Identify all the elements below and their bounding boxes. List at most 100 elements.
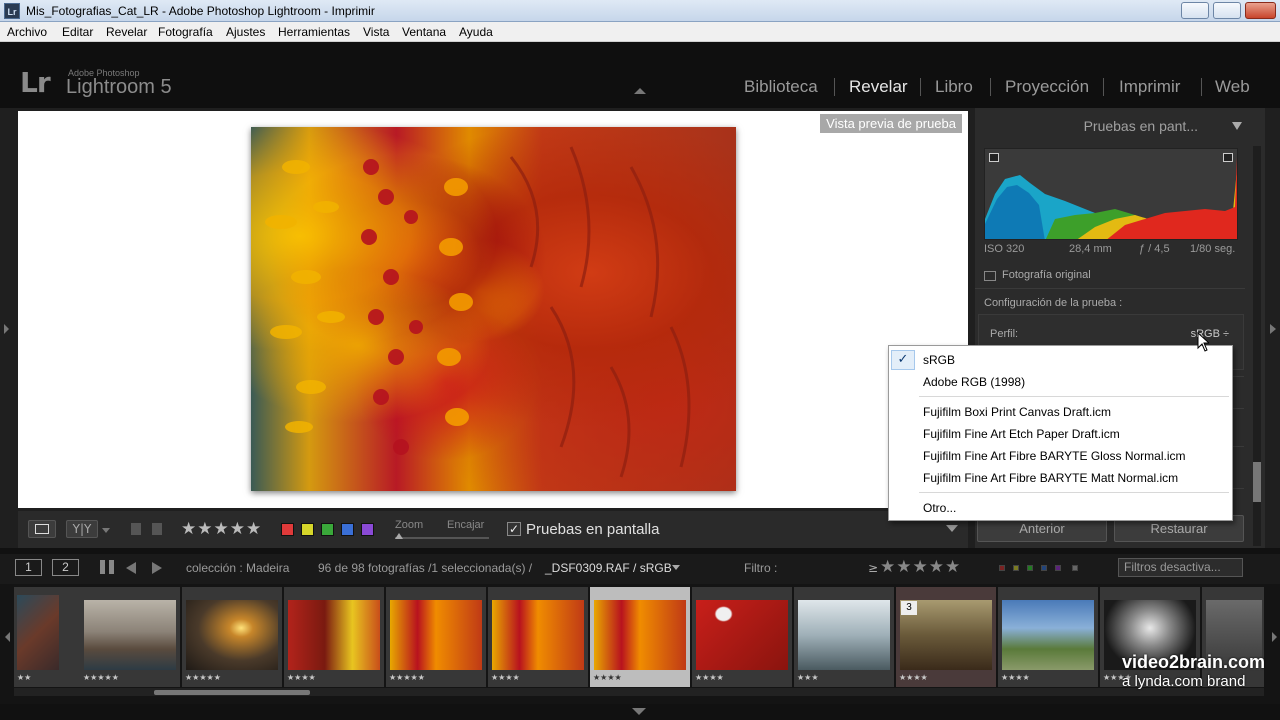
filmstrip-thumbnail[interactable]: ★★★★★ bbox=[386, 587, 486, 687]
menu-ayuda[interactable]: Ayuda bbox=[459, 25, 493, 39]
proofing-panel-header[interactable]: Pruebas en pant... bbox=[975, 108, 1245, 142]
filmstrip-thumbnail[interactable]: 3 ★★★★ bbox=[896, 587, 996, 687]
menu-fotografia[interactable]: Fotografía bbox=[158, 25, 213, 39]
main-window-button[interactable]: 1 bbox=[15, 559, 42, 576]
filter-rating-stars[interactable]: ★★★★★ bbox=[880, 557, 961, 577]
forward-arrow-icon[interactable] bbox=[152, 562, 162, 574]
highlight-clipping-icon[interactable] bbox=[1223, 153, 1233, 162]
shadow-clipping-icon[interactable] bbox=[989, 153, 999, 162]
flag-pick-icon[interactable] bbox=[131, 523, 141, 535]
thumbnail-rating: ★★★ bbox=[797, 673, 819, 682]
collapse-bottom-panel-icon[interactable] bbox=[632, 708, 646, 715]
menu-item-adobe-rgb[interactable]: Adobe RGB (1998) bbox=[889, 370, 1232, 392]
histogram[interactable] bbox=[984, 148, 1238, 240]
grid-view-icon[interactable] bbox=[100, 560, 114, 574]
thumbnail-image bbox=[84, 600, 176, 670]
menu-vista[interactable]: Vista bbox=[363, 25, 389, 39]
module-web[interactable]: Web bbox=[1215, 77, 1250, 97]
filter-color-blue[interactable] bbox=[1041, 565, 1047, 571]
color-label-yellow[interactable] bbox=[301, 523, 314, 536]
collapse-right-panel-icon[interactable] bbox=[1270, 324, 1276, 334]
color-label-green[interactable] bbox=[321, 523, 334, 536]
module-separator bbox=[1201, 78, 1202, 96]
menu-item-other[interactable]: Otro... bbox=[889, 496, 1232, 518]
filmstrip-left-arrow-icon[interactable] bbox=[5, 632, 10, 642]
menu-ventana[interactable]: Ventana bbox=[402, 25, 446, 39]
module-biblioteca[interactable]: Biblioteca bbox=[744, 77, 818, 97]
menu-item-fujifilm-gloss[interactable]: Fujifilm Fine Art Fibre BARYTE Gloss Nor… bbox=[889, 444, 1232, 466]
menu-revelar[interactable]: Revelar bbox=[106, 25, 147, 39]
zoom-slider-thumb[interactable] bbox=[395, 533, 403, 539]
menu-item-fujifilm-matt[interactable]: Fujifilm Fine Art Fibre BARYTE Matt Norm… bbox=[889, 466, 1232, 488]
filter-color-purple[interactable] bbox=[1055, 565, 1061, 571]
main-photo[interactable] bbox=[251, 127, 736, 491]
filmstrip-scrollbar[interactable] bbox=[14, 688, 1264, 696]
filter-color-none[interactable] bbox=[1072, 565, 1078, 571]
filmstrip-thumbnail[interactable]: ★★★★ bbox=[692, 587, 792, 687]
before-after-dropdown-icon[interactable] bbox=[102, 528, 110, 533]
filmstrip-thumbnail[interactable]: ★★ bbox=[14, 587, 80, 687]
original-photo-label: Fotografía original bbox=[1002, 269, 1091, 281]
before-after-button[interactable]: Y|Y bbox=[66, 520, 98, 538]
close-button[interactable] bbox=[1245, 2, 1276, 19]
module-libro[interactable]: Libro bbox=[935, 77, 973, 97]
filter-operator[interactable]: ≥ bbox=[868, 561, 878, 575]
lightroom-app-icon: Lr bbox=[4, 3, 20, 19]
thumbnail-image bbox=[696, 600, 788, 670]
module-proyeccion[interactable]: Proyección bbox=[1005, 77, 1089, 97]
right-panel-scrollbar[interactable] bbox=[1253, 146, 1261, 546]
menu-ajustes[interactable]: Ajustes bbox=[226, 25, 265, 39]
loupe-view-button[interactable] bbox=[28, 520, 56, 538]
soft-proofing-checkbox[interactable]: ✓ bbox=[507, 522, 521, 536]
menu-herramientas[interactable]: Herramientas bbox=[278, 25, 350, 39]
menu-item-fujifilm-boxi[interactable]: Fujifilm Boxi Print Canvas Draft.icm bbox=[889, 400, 1232, 422]
filmstrip-thumbnail[interactable]: ★★★ bbox=[794, 587, 894, 687]
filmstrip-thumbnail-selected[interactable]: ★★★★ bbox=[590, 587, 690, 687]
menu-item-fujifilm-etch[interactable]: Fujifilm Fine Art Etch Paper Draft.icm bbox=[889, 422, 1232, 444]
filter-color-yellow[interactable] bbox=[1013, 565, 1019, 571]
thumbnail-rating: ★★★★ bbox=[287, 673, 316, 682]
filmstrip-thumbnail[interactable]: ★★★★ bbox=[284, 587, 384, 687]
zoom-slider[interactable] bbox=[395, 537, 489, 539]
minimize-button[interactable] bbox=[1181, 2, 1209, 19]
flag-reject-icon[interactable] bbox=[152, 523, 162, 535]
filmstrip-thumbnail[interactable]: ★★★★★ bbox=[182, 587, 282, 687]
rating-stars[interactable]: ★★★★★ bbox=[181, 519, 262, 539]
image-canvas[interactable]: Vista previa de prueba bbox=[18, 111, 968, 508]
thumbnail-image bbox=[288, 600, 380, 670]
filmstrip-scroll-thumb[interactable] bbox=[154, 690, 310, 695]
filter-color-red[interactable] bbox=[999, 565, 1005, 571]
collapse-top-panel-icon[interactable] bbox=[634, 88, 646, 94]
collection-source[interactable]: colección : Madeira bbox=[186, 561, 289, 575]
color-label-blue[interactable] bbox=[341, 523, 354, 536]
filter-color-green[interactable] bbox=[1027, 565, 1033, 571]
menu-editar[interactable]: Editar bbox=[62, 25, 93, 39]
maximize-button[interactable] bbox=[1213, 2, 1241, 19]
module-separator bbox=[834, 78, 835, 96]
iso-value: ISO 320 bbox=[984, 243, 1025, 255]
panel-collapse-icon[interactable] bbox=[1232, 122, 1242, 130]
menu-archivo[interactable]: Archivo bbox=[7, 25, 47, 39]
original-photo-checkbox[interactable] bbox=[984, 271, 996, 281]
filename-dropdown-icon[interactable] bbox=[672, 565, 680, 570]
menu-item-srgb[interactable]: ✓ sRGB bbox=[889, 348, 1232, 370]
filmstrip-thumbnail[interactable]: ★★★★ bbox=[488, 587, 588, 687]
filters-preset-select[interactable]: Filtros desactiva... bbox=[1118, 558, 1243, 577]
right-panel-scroll-thumb[interactable] bbox=[1253, 462, 1261, 502]
filmstrip-thumbnail[interactable]: ★★★★ bbox=[998, 587, 1098, 687]
current-filename[interactable]: _DSF0309.RAF / sRGB bbox=[545, 561, 672, 575]
stack-count-badge[interactable]: 3 bbox=[901, 601, 917, 615]
thumbnail-rating: ★★ bbox=[17, 673, 32, 682]
toolbar-options-dropdown-icon[interactable] bbox=[946, 525, 958, 532]
collapse-left-panel-icon[interactable] bbox=[4, 324, 9, 334]
back-arrow-icon[interactable] bbox=[126, 562, 136, 574]
color-label-purple[interactable] bbox=[361, 523, 374, 536]
module-revelar[interactable]: Revelar bbox=[849, 77, 908, 97]
thumbnail-rating: ★★★★ bbox=[1001, 673, 1030, 682]
module-imprimir[interactable]: Imprimir bbox=[1119, 77, 1180, 97]
filmstrip-right-arrow-icon[interactable] bbox=[1272, 632, 1277, 642]
color-label-red[interactable] bbox=[281, 523, 294, 536]
filmstrip-thumbnail[interactable]: ★★★★★ bbox=[80, 587, 180, 687]
window-title: Mis_Fotografias_Cat_LR - Adobe Photoshop… bbox=[26, 4, 375, 18]
secondary-window-button[interactable]: 2 bbox=[52, 559, 79, 576]
